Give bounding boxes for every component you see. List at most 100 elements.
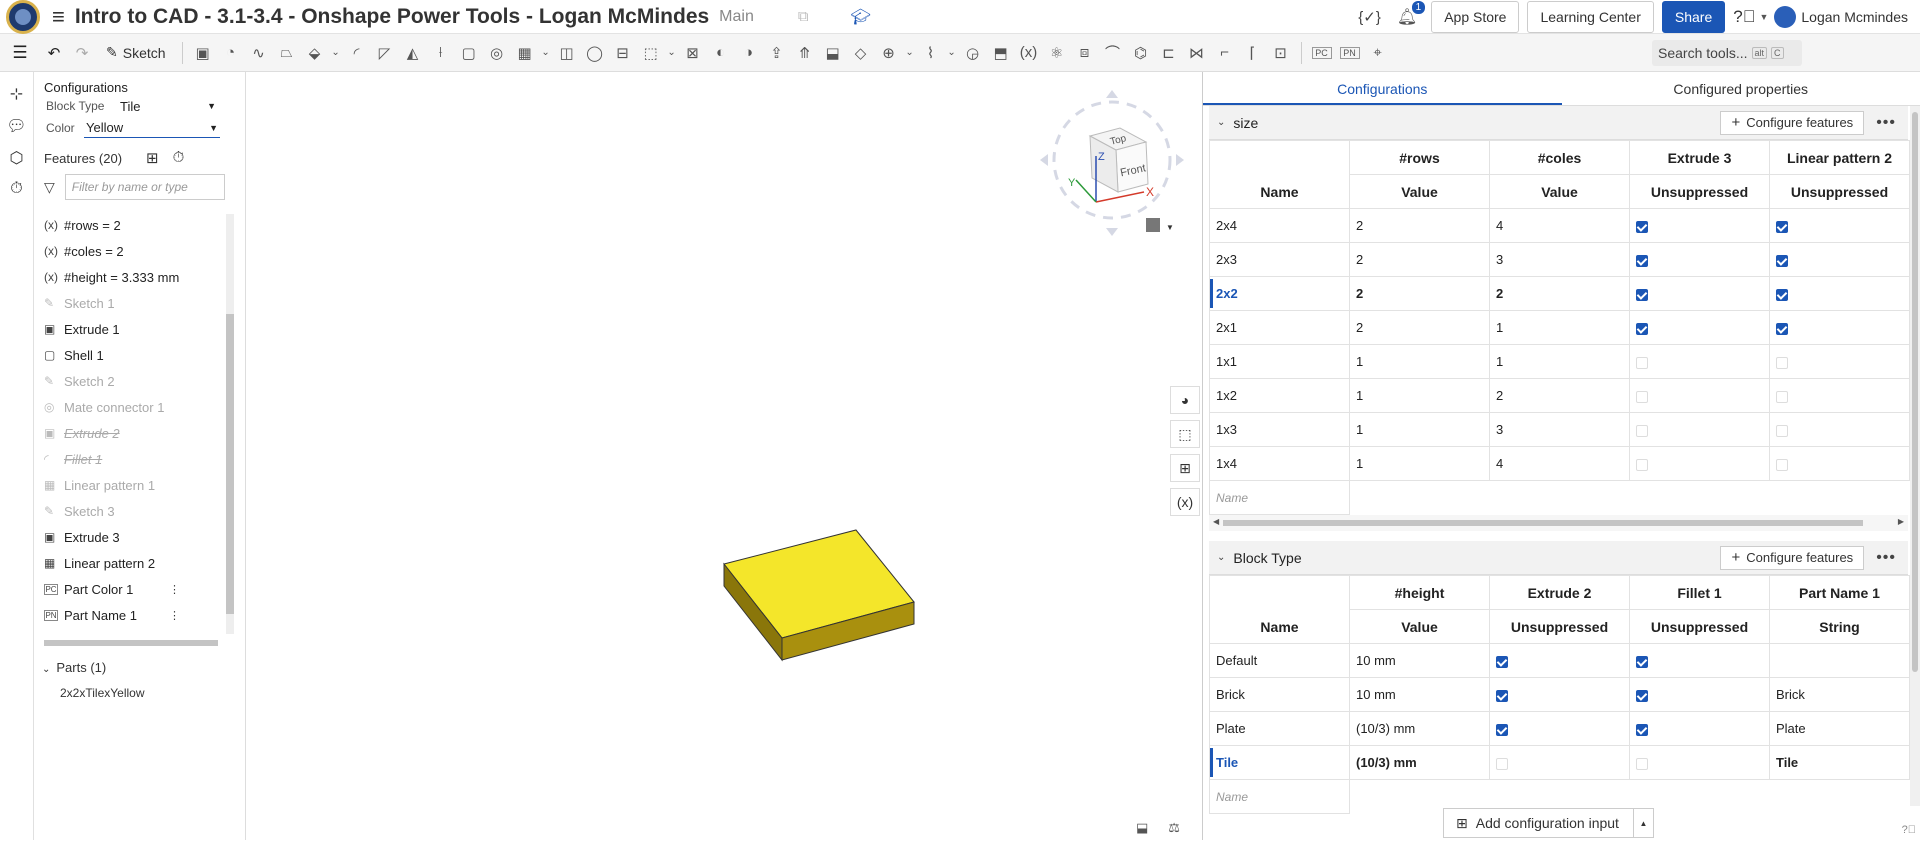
sketch-button[interactable]: ✎Sketch: [96, 44, 176, 61]
table-row[interactable]: 1x111: [1210, 345, 1910, 379]
weld-icon[interactable]: ⌬: [1127, 44, 1155, 62]
new-config-row[interactable]: Name: [1210, 481, 1910, 515]
variables-table-icon[interactable]: (x): [1170, 488, 1200, 516]
feature-list-item[interactable]: PCPart Color 1⋮: [34, 576, 224, 602]
checkbox-checked[interactable]: [1776, 255, 1788, 267]
checkbox-checked[interactable]: [1636, 690, 1648, 702]
checkbox-cell[interactable]: [1630, 678, 1770, 712]
checkbox-cell[interactable]: [1490, 746, 1630, 780]
checkbox-cell[interactable]: [1490, 678, 1630, 712]
help-dropdown-icon[interactable]: ▼: [1759, 12, 1768, 22]
part-list-item[interactable]: 2x2xTilexYellow: [60, 686, 145, 700]
feature-list-toggle-icon[interactable]: ☰: [0, 43, 40, 63]
chevron-down-icon[interactable]: ⌄: [1217, 552, 1225, 563]
view-left-arrow-icon[interactable]: [1040, 154, 1048, 166]
move-face-icon[interactable]: ⇪: [763, 44, 791, 62]
share-button[interactable]: Share: [1662, 1, 1725, 33]
checkbox-cell[interactable]: [1770, 277, 1910, 311]
chevron-down-icon[interactable]: ⌄: [1217, 117, 1225, 128]
filter-icon[interactable]: ▽: [44, 179, 55, 196]
view-right-arrow-icon[interactable]: [1176, 154, 1184, 166]
config-name-cell[interactable]: 2x1: [1210, 311, 1350, 345]
feature-list-item[interactable]: PNPart Name 1⋮: [34, 602, 224, 628]
table-row[interactable]: 2x222: [1210, 277, 1910, 311]
section-view-icon[interactable]: ⬓: [1136, 820, 1148, 836]
scroll-right-icon[interactable]: ▶: [1898, 517, 1904, 526]
connector-dropdown-icon[interactable]: ⌄: [903, 47, 917, 58]
checkbox-cell[interactable]: [1630, 243, 1770, 277]
checkbox-checked[interactable]: [1496, 724, 1508, 736]
copy-workspace-icon[interactable]: ⧉: [798, 8, 809, 25]
checkbox-cell[interactable]: [1630, 413, 1770, 447]
pattern-icon[interactable]: ▦: [511, 44, 539, 62]
more-options-icon[interactable]: •••: [1876, 549, 1896, 567]
checkbox-unchecked[interactable]: [1776, 425, 1788, 437]
table-row[interactable]: 1x212: [1210, 379, 1910, 413]
checkbox-cell[interactable]: [1770, 209, 1910, 243]
checkbox-cell[interactable]: [1770, 243, 1910, 277]
checkbox-unchecked[interactable]: [1636, 391, 1648, 403]
wrap-icon[interactable]: ◶: [959, 44, 987, 62]
feature-list-item[interactable]: ▦Linear pattern 1: [34, 472, 224, 498]
document-title[interactable]: Intro to CAD - 3.1-3.4 - Onshape Power T…: [75, 5, 709, 29]
string-cell[interactable]: Plate: [1770, 712, 1910, 746]
block-type-select[interactable]: Tile ▼: [118, 96, 218, 116]
add-input-dropdown-icon[interactable]: ▲: [1633, 808, 1653, 838]
table-row[interactable]: 2x121: [1210, 311, 1910, 345]
helix-dropdown-icon[interactable]: ⌄: [945, 47, 959, 58]
table-row[interactable]: Default10 mm: [1210, 644, 1910, 678]
variables-icon[interactable]: {✓}: [1358, 8, 1381, 26]
measure-icon[interactable]: ⚖: [1168, 820, 1180, 836]
value-cell[interactable]: 1: [1350, 379, 1490, 413]
form-icon[interactable]: ⌐: [1211, 44, 1239, 61]
feature-options-icon[interactable]: ⋮: [169, 609, 180, 622]
redo-icon[interactable]: ↷: [68, 44, 96, 62]
value-cell[interactable]: 4: [1490, 209, 1630, 243]
feature-list-item[interactable]: ✎Sketch 2: [34, 368, 224, 394]
learning-cap-icon[interactable]: 🎓︎: [851, 7, 871, 27]
checkbox-cell[interactable]: [1770, 379, 1910, 413]
value-cell[interactable]: 3: [1490, 413, 1630, 447]
rollback-timer-icon[interactable]: ⏱︎: [173, 149, 185, 167]
new-folder-icon[interactable]: ⊞: [146, 149, 159, 167]
string-cell[interactable]: Brick: [1770, 678, 1910, 712]
configure-features-button[interactable]: +Configure features: [1720, 546, 1864, 570]
checkbox-cell[interactable]: [1770, 413, 1910, 447]
feature-list-item[interactable]: ◎Mate connector 1: [34, 394, 224, 420]
replace-face-icon[interactable]: ⤊: [791, 44, 819, 62]
mirror-icon[interactable]: ◫: [553, 44, 581, 62]
checkbox-unchecked[interactable]: [1496, 758, 1508, 770]
table-row[interactable]: 2x424: [1210, 209, 1910, 243]
checkbox-cell[interactable]: [1770, 345, 1910, 379]
new-config-name-input[interactable]: Name: [1210, 780, 1350, 814]
delete-part-icon[interactable]: ⊠: [679, 44, 707, 62]
checkbox-cell[interactable]: [1630, 277, 1770, 311]
checkbox-cell[interactable]: [1770, 311, 1910, 345]
view-options-dropdown-icon[interactable]: ▼: [1166, 223, 1174, 232]
configuration-panel-icon[interactable]: ⬚: [1170, 420, 1200, 448]
checkbox-unchecked[interactable]: [1636, 758, 1648, 770]
config-name-cell[interactable]: 1x3: [1210, 413, 1350, 447]
checkbox-cell[interactable]: [1770, 447, 1910, 481]
tab-configurations[interactable]: Configurations: [1203, 72, 1562, 105]
thicken-dropdown-icon[interactable]: ⌄: [329, 47, 343, 58]
part-name-icon[interactable]: PN: [1340, 47, 1360, 59]
surface-icon[interactable]: ⧈: [1071, 44, 1099, 61]
size-table-hscrollbar[interactable]: ◀▶: [1209, 515, 1908, 531]
checkbox-checked[interactable]: [1636, 656, 1648, 668]
more-options-icon[interactable]: •••: [1876, 114, 1896, 132]
comments-icon[interactable]: 💬︎: [0, 116, 33, 136]
boolean-icon[interactable]: ◯: [581, 44, 609, 62]
table-row[interactable]: 2x323: [1210, 243, 1910, 277]
checkbox-checked[interactable]: [1636, 255, 1648, 267]
named-views-icon[interactable]: ⊞: [1170, 454, 1200, 482]
string-cell[interactable]: Tile: [1770, 746, 1910, 780]
hamburger-menu-icon[interactable]: ≡: [52, 4, 65, 30]
notifications-bell-icon[interactable]: 🔔︎1: [1397, 7, 1417, 27]
bend-icon[interactable]: ⋈: [1183, 44, 1211, 62]
checkbox-cell[interactable]: [1630, 447, 1770, 481]
tab-configured-properties[interactable]: Configured properties: [1562, 72, 1920, 105]
thicken-icon[interactable]: ⬙: [301, 44, 329, 62]
checkbox-cell[interactable]: [1630, 746, 1770, 780]
checkbox-checked[interactable]: [1636, 323, 1648, 335]
